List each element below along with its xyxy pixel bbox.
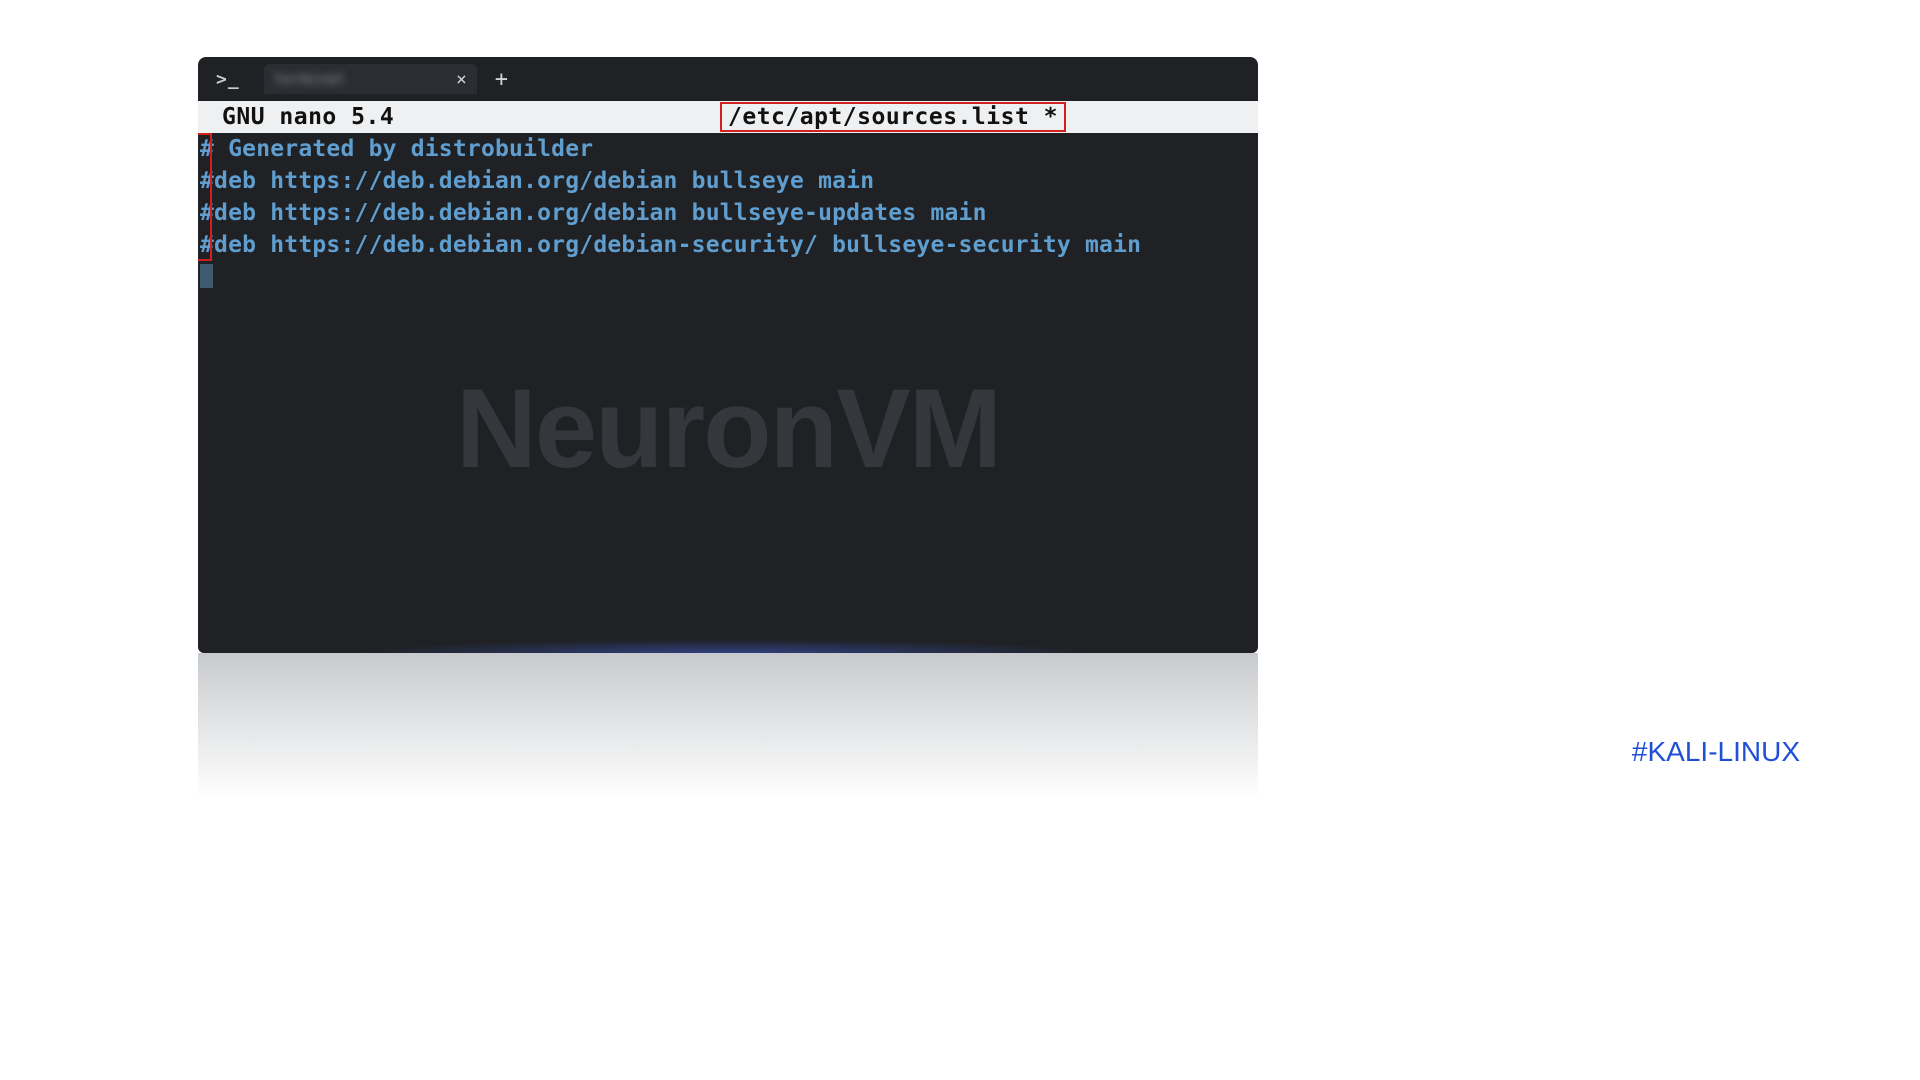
nano-app-title: GNU nano 5.4 — [222, 104, 394, 130]
editor-line: # Generated by distrobuilder — [198, 133, 1258, 165]
hashtag-label: #KALI-LINUX — [1632, 736, 1800, 768]
editor-content: # Generated by distrobuilder #deb https:… — [198, 133, 1258, 293]
nano-editor[interactable]: NeuronVM # Generated by distrobuilder #d… — [198, 133, 1258, 653]
editor-line: #deb https://deb.debian.org/debian-secur… — [198, 229, 1258, 261]
bottom-glow — [198, 639, 1258, 653]
nano-file-path: /etc/apt/sources.list * — [720, 102, 1066, 132]
tab-active[interactable]: terminal × — [264, 64, 477, 94]
terminal-icon: >_ — [216, 69, 240, 90]
new-tab-button[interactable]: + — [495, 67, 508, 92]
text-cursor — [200, 264, 213, 288]
tab-label: terminal — [274, 70, 346, 88]
reflection-gradient — [198, 653, 1258, 823]
close-icon[interactable]: × — [456, 69, 467, 90]
window-titlebar: >_ terminal × + — [198, 57, 1258, 101]
editor-line: #deb https://deb.debian.org/debian bulls… — [198, 197, 1258, 229]
nano-header-bar: GNU nano 5.4 /etc/apt/sources.list * — [198, 101, 1258, 133]
watermark-text: NeuronVM — [456, 413, 1000, 445]
editor-line: #deb https://deb.debian.org/debian bulls… — [198, 165, 1258, 197]
terminal-window: >_ terminal × + GNU nano 5.4 /etc/apt/so… — [198, 57, 1258, 653]
editor-cursor-line — [198, 261, 1258, 293]
